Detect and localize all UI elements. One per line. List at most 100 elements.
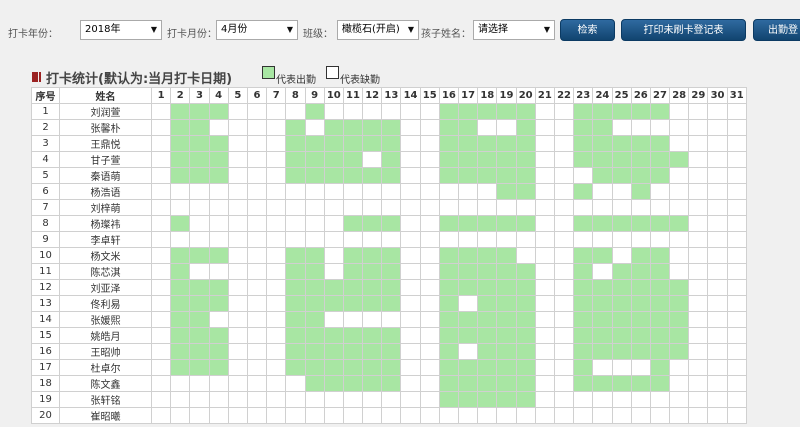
day-cell-present — [669, 279, 690, 296]
day-cell-absent — [707, 119, 728, 136]
attendance-register-button[interactable]: 出勤登 — [753, 19, 800, 41]
day-cell-absent — [266, 327, 287, 344]
day-cell-present — [381, 279, 402, 296]
day-cell-present — [592, 247, 613, 264]
day-cell-absent — [170, 231, 191, 248]
day-cell-absent — [669, 119, 690, 136]
class-select[interactable]: 橄榄石(开启) ▼ — [337, 20, 419, 40]
day-cell-absent — [707, 199, 728, 216]
day-cell-present — [649, 295, 671, 312]
day-cell-present — [649, 135, 671, 152]
day-cell-absent — [707, 359, 728, 376]
day-cell-absent — [669, 135, 690, 152]
day-cell-present — [189, 151, 210, 168]
chevron-down-icon: ▼ — [543, 25, 550, 34]
day-cell-present — [649, 247, 671, 264]
day-cell-present — [304, 167, 325, 184]
day-cell-present — [170, 119, 191, 136]
day-cell-absent — [457, 407, 479, 424]
day-cell-present — [496, 279, 517, 296]
month-select[interactable]: 4月份 ▼ — [216, 20, 298, 40]
day-cell-absent — [592, 199, 613, 216]
header-index: 序号 — [31, 87, 60, 104]
day-cell-absent — [266, 119, 287, 136]
day-cell-present — [381, 359, 402, 376]
day-cell-present — [342, 327, 364, 344]
day-cell-absent — [496, 119, 517, 136]
row-child-name: 杨璨祎 — [59, 215, 152, 232]
day-cell-absent — [266, 151, 287, 168]
day-cell-absent — [707, 231, 728, 248]
day-cell-present — [649, 327, 671, 344]
day-cell-absent — [246, 231, 268, 248]
day-cell-present — [573, 215, 594, 232]
day-cell-present — [573, 327, 594, 344]
child-name-select[interactable]: 请选择 ▼ — [473, 20, 555, 40]
day-cell-present — [208, 279, 229, 296]
day-cell-present — [515, 119, 536, 136]
day-cell-present — [457, 167, 479, 184]
day-cell-present — [304, 359, 325, 376]
day-cell-absent — [266, 311, 287, 328]
day-cell-absent — [611, 183, 632, 200]
print-unswiped-button[interactable]: 打印未刷卡登记表 — [621, 19, 746, 41]
day-cell-absent — [553, 295, 575, 312]
day-cell-absent — [304, 183, 325, 200]
year-select[interactable]: 2018年 ▼ — [80, 20, 162, 40]
day-cell-absent — [266, 375, 287, 392]
day-cell-absent — [726, 359, 747, 376]
row-child-name: 秦语萌 — [59, 167, 152, 184]
day-cell-absent — [707, 247, 728, 264]
row-index: 10 — [31, 247, 60, 264]
search-button[interactable]: 检索 — [560, 19, 615, 41]
table-row: 11 陈芯淇 — [31, 263, 747, 280]
day-cell-absent — [707, 391, 728, 408]
day-cell-present — [515, 279, 536, 296]
day-cell-absent — [553, 151, 575, 168]
day-cell-present — [304, 295, 325, 312]
row-child-name: 佟利易 — [59, 295, 152, 312]
day-cell-absent — [573, 167, 594, 184]
row-child-name: 杨浩语 — [59, 183, 152, 200]
row-index: 6 — [31, 183, 60, 200]
header-day: 6 — [246, 87, 268, 104]
day-cell-present — [630, 135, 651, 152]
day-cell-present — [323, 135, 344, 152]
day-cell-absent — [208, 263, 229, 280]
day-cell-absent — [534, 183, 555, 200]
day-cell-absent — [726, 311, 747, 328]
row-index: 20 — [31, 407, 60, 424]
day-cell-absent — [189, 263, 210, 280]
day-cell-present — [208, 103, 229, 120]
child-name-label: 孩子姓名： — [421, 29, 471, 40]
day-cell-present — [630, 375, 651, 392]
day-cell-present — [170, 295, 191, 312]
chevron-down-icon: ▼ — [286, 25, 293, 34]
day-cell-absent — [246, 263, 268, 280]
day-cell-absent — [362, 103, 383, 120]
day-cell-absent — [534, 135, 555, 152]
day-cell-absent — [611, 359, 632, 376]
filter-toolbar: 打卡年份： 2018年 ▼ 打卡月份： 4月份 ▼ 班级： 橄榄石(开启) ▼ … — [0, 18, 800, 44]
day-cell-absent — [611, 231, 632, 248]
day-cell-present — [630, 183, 651, 200]
header-day: 4 — [208, 87, 229, 104]
day-cell-present — [630, 151, 651, 168]
day-cell-present — [208, 151, 229, 168]
day-cell-present — [573, 151, 594, 168]
table-row: 6 杨浩语 — [31, 183, 747, 200]
day-cell-absent — [362, 407, 383, 424]
day-cell-present — [438, 151, 460, 168]
day-cell-absent — [419, 215, 440, 232]
day-cell-present — [381, 135, 402, 152]
table-row: 15 姚皓月 — [31, 327, 747, 344]
day-cell-present — [649, 103, 671, 120]
day-cell-absent — [573, 407, 594, 424]
header-day: 21 — [534, 87, 555, 104]
header-day: 8 — [285, 87, 306, 104]
day-cell-absent — [266, 135, 287, 152]
day-cell-absent — [534, 391, 555, 408]
day-cell-present — [573, 295, 594, 312]
day-cell-present — [381, 327, 402, 344]
day-cell-absent — [553, 391, 575, 408]
